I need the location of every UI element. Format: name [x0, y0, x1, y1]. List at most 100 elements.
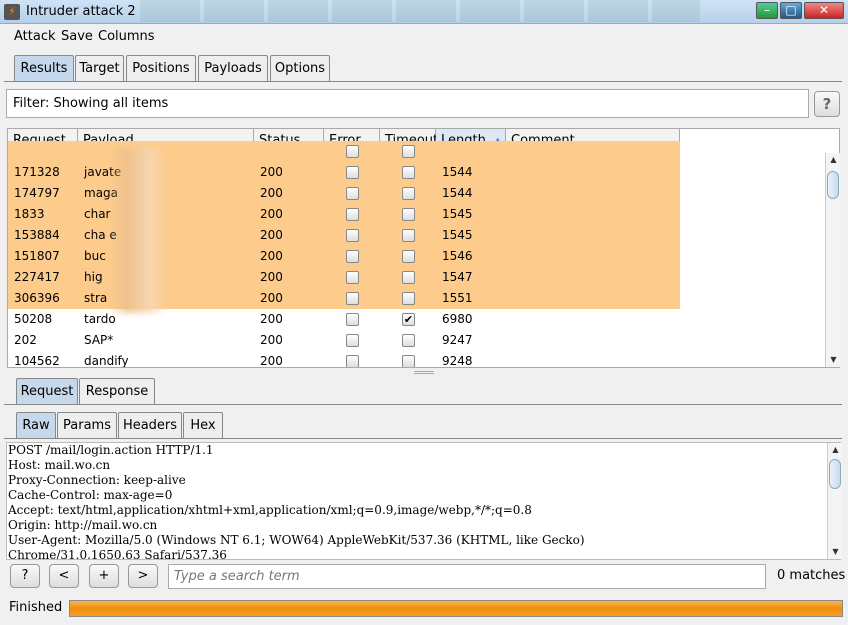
cell-status — [254, 141, 260, 162]
cell-request: 174797 — [14, 186, 60, 200]
table-row[interactable]: 227417 hig 200 1547 — [8, 267, 680, 288]
cell-request: 153884 — [14, 228, 60, 242]
error-checkbox — [346, 271, 359, 284]
cell-length: 1545 — [442, 207, 473, 221]
tab-request[interactable]: Request — [16, 378, 78, 404]
cell-length: 9248 — [442, 354, 473, 368]
table-row[interactable] — [8, 141, 680, 162]
cell-length: 1544 — [442, 186, 473, 200]
background-window-tabs — [140, 0, 700, 22]
match-count: 0 matches — [777, 568, 846, 583]
cell-payload: hig — [84, 270, 103, 284]
filter-help-button[interactable]: ? — [814, 91, 840, 117]
cell-length — [436, 141, 442, 162]
tab-raw[interactable]: Raw — [16, 412, 56, 438]
request-scrollbar[interactable]: ▲ ▼ — [827, 443, 842, 559]
next-match-button[interactable]: > — [128, 564, 158, 588]
pane-splitter[interactable] — [0, 370, 848, 375]
tab-results[interactable]: Results — [14, 55, 74, 81]
timeout-checkbox — [402, 145, 415, 158]
timeout-checkbox — [402, 208, 415, 221]
request-editor[interactable]: POST /mail/login.action HTTP/1.1 Host: m… — [6, 442, 841, 560]
cell-request: 202 — [14, 333, 37, 347]
error-checkbox — [346, 313, 359, 326]
cell-request — [8, 141, 14, 162]
scroll-down-icon[interactable]: ▼ — [828, 545, 843, 559]
close-button[interactable]: ✕ — [804, 2, 844, 19]
cell-status: 200 — [260, 165, 283, 179]
title-bar: ⚡ Intruder attack 2 – □ ✕ — [0, 0, 848, 24]
maximize-button[interactable]: □ — [780, 2, 802, 19]
redaction-blur — [110, 148, 166, 313]
tab-params[interactable]: Params — [57, 412, 117, 438]
cell-status: 200 — [260, 249, 283, 263]
timeout-checkbox — [402, 334, 415, 347]
timeout-checkbox — [402, 229, 415, 242]
search-input[interactable] — [168, 564, 766, 589]
cell-payload: stra — [84, 291, 108, 305]
previous-match-button[interactable]: < — [49, 564, 79, 588]
cell-request: 306396 — [14, 291, 60, 305]
cell-request: 1833 — [14, 207, 45, 221]
search-help-button[interactable]: ? — [10, 564, 40, 588]
cell-status: 200 — [260, 186, 283, 200]
request-line: User-Agent: Mozilla/5.0 (Windows NT 6.1;… — [8, 533, 585, 547]
scroll-down-icon[interactable]: ▼ — [826, 353, 841, 367]
filter-bar[interactable]: Filter: Showing all items — [6, 89, 809, 118]
timeout-checkbox — [402, 271, 415, 284]
error-checkbox — [346, 292, 359, 305]
filter-text: Filter: Showing all items — [13, 96, 169, 111]
timeout-checkbox — [402, 292, 415, 305]
table-row[interactable]: 174797 maga 200 1544 — [8, 183, 680, 204]
cell-status: 200 — [260, 228, 283, 242]
table-row[interactable]: 104562 dandify 200 9248 — [8, 351, 680, 368]
cell-payload: SAP* — [84, 333, 114, 347]
tab-positions[interactable]: Positions — [126, 55, 196, 81]
menu-save[interactable]: Save — [61, 29, 93, 44]
cell-request: 171328 — [14, 165, 60, 179]
cell-request: 50208 — [14, 312, 53, 326]
tab-payloads[interactable]: Payloads — [198, 55, 268, 81]
menu-columns[interactable]: Columns — [98, 29, 155, 44]
table-row[interactable]: 50208 tardo 200 6980 ✔ — [8, 309, 680, 330]
tab-target[interactable]: Target — [75, 55, 124, 81]
error-checkbox — [346, 229, 359, 242]
table-scrollbar[interactable]: ▲ ▼ — [825, 153, 840, 367]
table-row[interactable]: 306396 stra 200 1551 — [8, 288, 680, 309]
cell-payload: char — [84, 207, 111, 221]
cell-length: 1551 — [442, 291, 473, 305]
tab-response[interactable]: Response — [79, 378, 155, 404]
cell-payload: dandify — [84, 354, 129, 368]
splitter-grip[interactable] — [414, 371, 434, 374]
cell-length: 6980 — [442, 312, 473, 326]
scroll-up-icon[interactable]: ▲ — [828, 443, 843, 457]
add-search-button[interactable]: + — [89, 564, 119, 588]
menu-attack[interactable]: Attack — [14, 29, 56, 44]
table-row[interactable]: 153884 cha e 200 1545 — [8, 225, 680, 246]
minimize-button[interactable]: – — [756, 2, 778, 19]
cell-request: 227417 — [14, 270, 60, 284]
table-row[interactable]: 202 SAP* 200 9247 — [8, 330, 680, 351]
tab-hex[interactable]: Hex — [183, 412, 223, 438]
request-line: Origin: http://mail.wo.cn — [8, 518, 158, 532]
table-row[interactable]: 151807 buc 200 1546 — [8, 246, 680, 267]
error-checkbox — [346, 187, 359, 200]
cell-request: 104562 — [14, 354, 60, 368]
tab-divider — [4, 81, 842, 82]
detail-tab-divider — [4, 404, 842, 405]
timeout-checkbox: ✔ — [402, 313, 415, 326]
table-row[interactable]: 1833 char 200 1545 — [8, 204, 680, 225]
cell-length: 1545 — [442, 228, 473, 242]
tab-options[interactable]: Options — [270, 55, 330, 81]
timeout-checkbox — [402, 355, 415, 367]
cell-payload — [78, 141, 84, 162]
cell-length: 9247 — [442, 333, 473, 347]
scroll-thumb[interactable] — [829, 459, 841, 489]
progress-bar — [69, 600, 843, 617]
error-checkbox — [346, 145, 359, 158]
tab-headers[interactable]: Headers — [118, 412, 182, 438]
scroll-up-icon[interactable]: ▲ — [826, 153, 841, 167]
scroll-thumb[interactable] — [827, 171, 839, 199]
table-row[interactable]: 171328 javate 200 1544 — [8, 162, 680, 183]
cell-status: 200 — [260, 270, 283, 284]
